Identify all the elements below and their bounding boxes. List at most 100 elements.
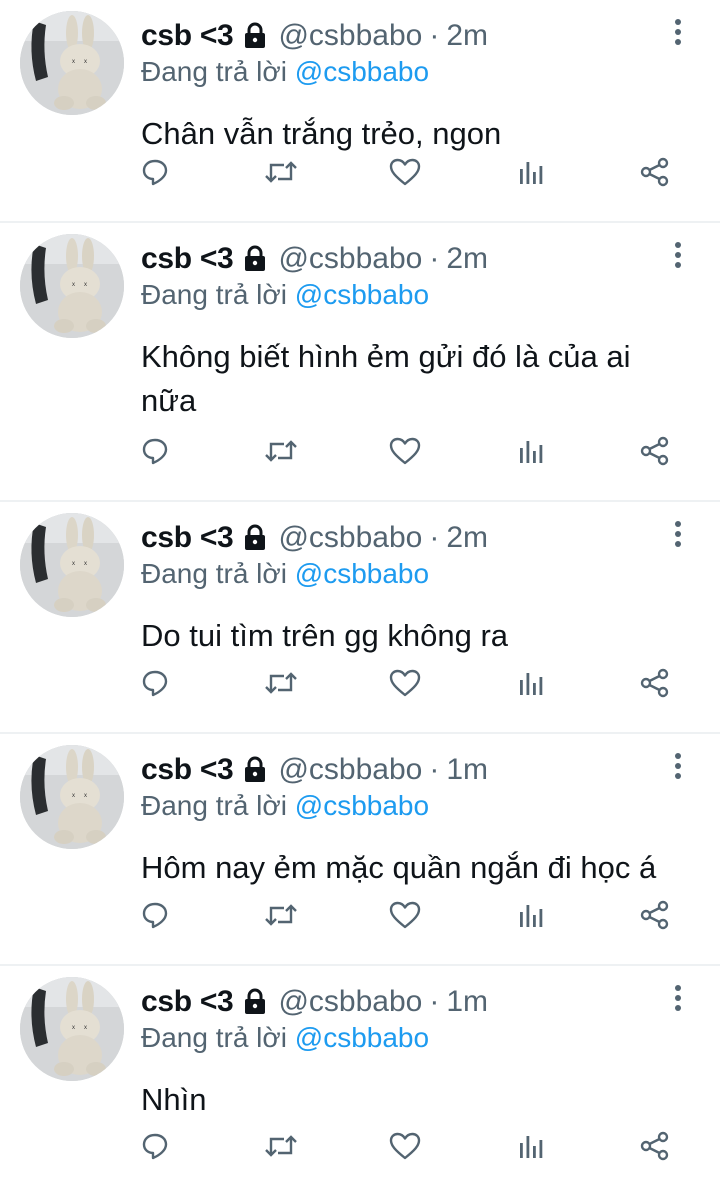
svg-text:x: x bbox=[84, 59, 87, 65]
share-button[interactable] bbox=[637, 1128, 673, 1164]
display-name[interactable]: csb <3 bbox=[141, 985, 234, 1019]
views-button[interactable] bbox=[513, 154, 549, 190]
handle[interactable]: @csbbabo bbox=[278, 753, 422, 787]
like-button[interactable] bbox=[387, 665, 423, 701]
tweet-text: Nhìn bbox=[141, 1082, 207, 1117]
heart-icon bbox=[389, 437, 421, 465]
like-button[interactable] bbox=[387, 433, 423, 469]
analytics-icon bbox=[520, 441, 543, 463]
tweet[interactable]: x x csb <3 @csbbabo · 2m Đang trả lời @c… bbox=[0, 223, 720, 502]
avatar[interactable]: x x bbox=[20, 745, 124, 849]
retweet-button[interactable] bbox=[263, 665, 299, 701]
separator-dot: · bbox=[429, 521, 440, 554]
svg-text:x: x bbox=[84, 1025, 87, 1031]
avatar[interactable]: x x bbox=[20, 11, 124, 115]
avatar[interactable]: x x bbox=[20, 234, 124, 338]
separator-dot: · bbox=[429, 242, 440, 275]
replying-to-mention[interactable]: @csbbabo bbox=[295, 279, 429, 310]
handle[interactable]: @csbbabo bbox=[278, 985, 422, 1019]
reply-button[interactable] bbox=[137, 433, 173, 469]
retweet-button[interactable] bbox=[263, 433, 299, 469]
retweet-icon bbox=[265, 904, 297, 926]
timestamp[interactable]: 2m bbox=[446, 19, 488, 53]
tweet-actions bbox=[141, 1128, 720, 1168]
share-button[interactable] bbox=[637, 665, 673, 701]
timestamp[interactable]: 2m bbox=[446, 521, 488, 555]
replying-to-mention[interactable]: @csbbabo bbox=[295, 790, 429, 821]
more-vertical-icon bbox=[675, 242, 681, 268]
svg-text:x: x bbox=[84, 282, 87, 288]
lock-icon bbox=[242, 22, 268, 50]
more-vertical-icon bbox=[675, 521, 681, 547]
share-icon bbox=[640, 436, 669, 466]
views-button[interactable] bbox=[513, 433, 549, 469]
more-options-button[interactable] bbox=[672, 752, 684, 780]
like-button[interactable] bbox=[387, 1128, 423, 1164]
timestamp[interactable]: 1m bbox=[446, 985, 488, 1019]
avatar[interactable]: x x bbox=[20, 513, 124, 617]
handle[interactable]: @csbbabo bbox=[278, 19, 422, 53]
analytics-icon bbox=[520, 162, 543, 184]
display-name[interactable]: csb <3 bbox=[141, 19, 234, 53]
lock-icon bbox=[242, 524, 268, 552]
tweet-actions bbox=[141, 665, 720, 705]
avatar-bunny-image: x x bbox=[20, 234, 124, 338]
tweet-header: csb <3 @csbbabo · 2m bbox=[141, 16, 488, 56]
reply-button[interactable] bbox=[137, 897, 173, 933]
display-name[interactable]: csb <3 bbox=[141, 242, 234, 276]
reply-button[interactable] bbox=[137, 1128, 173, 1164]
svg-text:x: x bbox=[72, 59, 75, 65]
svg-text:x: x bbox=[84, 793, 87, 799]
heart-icon bbox=[389, 158, 421, 186]
reply-button[interactable] bbox=[137, 154, 173, 190]
share-button[interactable] bbox=[637, 897, 673, 933]
retweet-icon bbox=[265, 440, 297, 462]
replying-to-mention[interactable]: @csbbabo bbox=[295, 558, 429, 589]
reply-button[interactable] bbox=[137, 665, 173, 701]
share-icon bbox=[640, 668, 669, 698]
handle[interactable]: @csbbabo bbox=[278, 242, 422, 276]
views-button[interactable] bbox=[513, 665, 549, 701]
replying-to-label: Đang trả lời bbox=[141, 56, 287, 87]
tweet[interactable]: x x csb <3 @csbbabo · 2m Đang trả lời @c… bbox=[0, 502, 720, 734]
share-button[interactable] bbox=[637, 154, 673, 190]
timestamp[interactable]: 1m bbox=[446, 753, 488, 787]
replying-to-mention[interactable]: @csbbabo bbox=[295, 56, 429, 87]
tweet[interactable]: x x csb <3 @csbbabo · 2m Đang trả lời @c… bbox=[0, 0, 720, 223]
replying-to-label: Đang trả lời bbox=[141, 790, 287, 821]
analytics-icon bbox=[520, 905, 543, 927]
svg-text:x: x bbox=[72, 561, 75, 567]
share-icon bbox=[640, 157, 669, 187]
more-options-button[interactable] bbox=[672, 18, 684, 46]
display-name[interactable]: csb <3 bbox=[141, 753, 234, 787]
handle[interactable]: @csbbabo bbox=[278, 521, 422, 555]
tweet-text: Không biết hình ẻm gửi đó là của ai nữa bbox=[141, 339, 631, 418]
display-name[interactable]: csb <3 bbox=[141, 521, 234, 555]
views-button[interactable] bbox=[513, 1128, 549, 1164]
views-button[interactable] bbox=[513, 897, 549, 933]
more-vertical-icon bbox=[675, 985, 681, 1011]
more-vertical-icon bbox=[675, 753, 681, 779]
tweet-header: csb <3 @csbbabo · 2m bbox=[141, 239, 488, 279]
more-options-button[interactable] bbox=[672, 241, 684, 269]
replying-to-mention[interactable]: @csbbabo bbox=[295, 1022, 429, 1053]
avatar-bunny-image: x x bbox=[20, 11, 124, 115]
separator-dot: · bbox=[429, 753, 440, 786]
svg-text:x: x bbox=[72, 793, 75, 799]
more-options-button[interactable] bbox=[672, 520, 684, 548]
share-button[interactable] bbox=[637, 433, 673, 469]
timestamp[interactable]: 2m bbox=[446, 242, 488, 276]
retweet-button[interactable] bbox=[263, 1128, 299, 1164]
avatar[interactable]: x x bbox=[20, 977, 124, 1081]
tweet-header: csb <3 @csbbabo · 2m bbox=[141, 518, 488, 558]
like-button[interactable] bbox=[387, 154, 423, 190]
retweet-button[interactable] bbox=[263, 897, 299, 933]
tweet-text: Hôm nay ẻm mặc quần ngắn đi học á bbox=[141, 850, 657, 885]
tweet-header: csb <3 @csbbabo · 1m bbox=[141, 982, 488, 1022]
tweet[interactable]: x x csb <3 @csbbabo · 1m Đang trả lời @c… bbox=[0, 734, 720, 966]
tweet[interactable]: x x csb <3 @csbbabo · 1m Đang trả lời @c… bbox=[0, 966, 720, 1185]
retweet-button[interactable] bbox=[263, 154, 299, 190]
reply-icon bbox=[142, 902, 168, 929]
like-button[interactable] bbox=[387, 897, 423, 933]
more-options-button[interactable] bbox=[672, 984, 684, 1012]
